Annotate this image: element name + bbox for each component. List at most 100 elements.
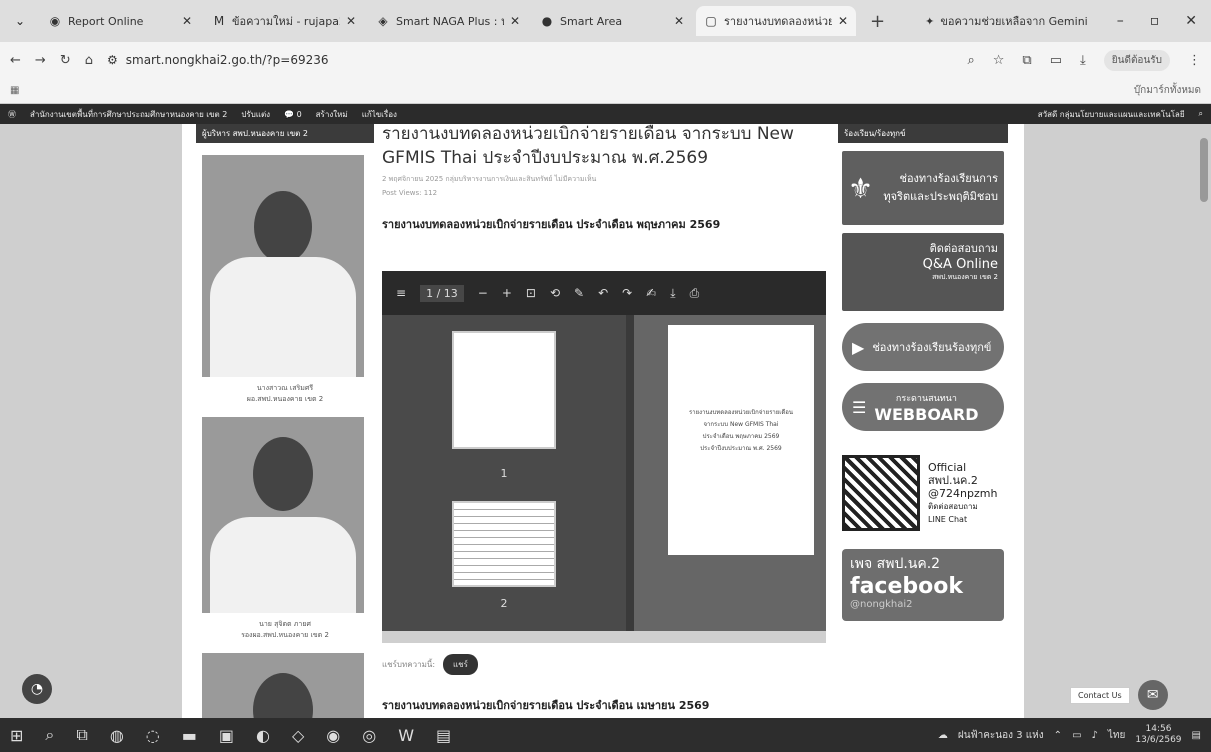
wp-comments[interactable]: 💬 0 <box>284 110 302 119</box>
annotate-icon[interactable]: ✍ <box>646 286 656 300</box>
line-label: @724npzmh <box>928 486 998 500</box>
site-info-icon[interactable]: ⚙ <box>107 53 118 67</box>
zoom-in-icon[interactable]: + <box>502 286 512 300</box>
page-scrollbar[interactable] <box>1200 138 1208 202</box>
close-icon[interactable]: ✕ <box>182 14 192 28</box>
draw-icon[interactable]: ✎ <box>574 286 584 300</box>
apps-icon[interactable]: ▦ <box>10 85 19 96</box>
tab-search-icon[interactable]: ⌄ <box>0 14 40 28</box>
app-icon[interactable]: ◇ <box>292 726 304 745</box>
download-icon[interactable]: ⤓ <box>1080 53 1086 68</box>
contact-us-widget[interactable]: Contact Us ✉ <box>1070 680 1168 710</box>
pdf-page-view[interactable]: รายงานงบทดลองหน่วยเบิกจ่ายรายเดือน จากระ… <box>634 315 826 631</box>
new-tab-button[interactable]: + <box>870 11 885 32</box>
thumbnail-number: 2 <box>500 597 508 610</box>
line-label: Official <box>928 460 967 474</box>
windows-start-icon[interactable]: ⊞ <box>10 726 23 745</box>
tab-label: Smart Area <box>560 14 623 28</box>
chat-icon[interactable]: ✉ <box>1137 680 1168 710</box>
gemini-button[interactable]: ✦ ขอความช่วยเหลือจาก Gemini <box>925 12 1088 30</box>
download-pdf-icon[interactable]: ⤓ <box>670 286 675 301</box>
weather-icon[interactable]: ☁ <box>938 730 948 741</box>
edge-icon[interactable]: ◐ <box>256 726 270 745</box>
tab-smart-area[interactable]: ● Smart Area ✕ <box>532 6 692 36</box>
sidepanel-icon[interactable]: ▭ <box>1050 53 1062 68</box>
wp-site-name[interactable]: สำนักงานเขตพื้นที่การศึกษาประถมศึกษาหนอง… <box>30 108 227 121</box>
photos-icon[interactable]: ▣ <box>219 726 234 745</box>
wp-greeting[interactable]: สวัสดี กลุ่มนโยบายและแผนและเทคโนโลยี <box>1038 108 1185 121</box>
wp-search-icon[interactable]: ⌕ <box>1199 109 1203 119</box>
print-icon[interactable]: ⎙ <box>690 286 700 301</box>
undo-icon[interactable]: ↶ <box>598 286 608 300</box>
complaint-channel-button[interactable]: ▶ ช่องทางร้องเรียนร้องทุกข์ <box>842 323 1004 371</box>
rotate-icon[interactable]: ⟲ <box>550 286 560 300</box>
profile-button[interactable]: ยินดีต้อนรับ <box>1103 49 1170 71</box>
app-icon[interactable]: ▤ <box>436 726 451 745</box>
wp-new[interactable]: สร้างใหม่ <box>316 108 348 121</box>
zoom-icon[interactable]: ⌕ <box>967 53 974 68</box>
search-icon[interactable]: ⌕ <box>45 725 54 745</box>
close-icon[interactable]: ✕ <box>346 14 356 28</box>
back-icon[interactable]: ← <box>10 53 21 68</box>
all-bookmarks[interactable]: บุ๊กมาร์กทั้งหมด <box>1134 83 1201 98</box>
volume-icon[interactable]: ♪ <box>1092 730 1098 741</box>
reload-icon[interactable]: ↻ <box>60 53 71 68</box>
forward-icon[interactable]: → <box>35 53 46 68</box>
fit-page-icon[interactable]: ⊡ <box>526 286 536 300</box>
thumbnail-page-1[interactable] <box>452 331 556 449</box>
tab-report-page[interactable]: ▢ รายงานงบทดลองหน่วยเบิกจ่าย ✕ <box>696 6 856 36</box>
sidebar-toggle-icon[interactable]: ≡ <box>396 286 406 300</box>
close-icon[interactable]: ✕ <box>674 14 684 28</box>
thumbnail-page-2[interactable] <box>452 501 556 587</box>
home-icon[interactable]: ⌂ <box>85 53 93 68</box>
line-text: Official สพป.นค.2 @724npzmh ติดต่อสอบถาม… <box>928 461 997 526</box>
app-icon[interactable]: ◍ <box>110 726 124 745</box>
task-view-icon[interactable]: ⧉ <box>76 725 87 745</box>
app-icon[interactable]: ◌ <box>146 726 160 745</box>
close-icon[interactable]: ✕ <box>510 14 520 28</box>
minimize-icon[interactable]: – <box>1117 13 1124 29</box>
line-official-qr[interactable]: Official สพป.นค.2 @724npzmh ติดต่อสอบถาม… <box>842 453 1004 533</box>
corruption-complaint-banner[interactable]: ⚜ ช่องทางร้องเรียนการทุจริตและประพฤติมิช… <box>842 151 1004 225</box>
fb-page-name: เพจ สพป.นค.2 <box>850 556 941 572</box>
post-views: Post Views: 112 <box>382 189 438 197</box>
maximize-icon[interactable]: ▫ <box>1150 13 1160 29</box>
facebook-banner[interactable]: เพจ สพป.นค.2 facebook @nongkhai2 <box>842 549 1004 621</box>
tab-gmail[interactable]: M ข้อความใหม่ - rujapa21 ✕ <box>204 6 364 36</box>
wordpress-icon[interactable]: Ⓦ <box>8 109 16 120</box>
chrome-icon[interactable]: ◉ <box>326 726 340 745</box>
language-indicator[interactable]: ไทย <box>1108 728 1125 743</box>
webboard-button[interactable]: ☰ กระดานสนทนา WEBBOARD <box>842 383 1004 431</box>
extension-icon[interactable]: ⧉ <box>1022 53 1031 68</box>
page-indicator[interactable]: 1 / 13 <box>420 284 464 302</box>
menu-icon[interactable]: ⋮ <box>1188 53 1201 68</box>
close-icon[interactable]: ✕ <box>838 14 848 28</box>
executives-column: ผู้บริหาร สพป.หนองคาย เขต 2 นางสาวณ เสริ… <box>196 124 374 718</box>
share-button[interactable]: แชร์ <box>443 654 478 675</box>
tab-smart-naga[interactable]: ◈ Smart NAGA Plus : นำ ✕ <box>368 6 528 36</box>
weather-text[interactable]: ฝนฟ้าคะนอง 3 แห่ง <box>958 728 1044 743</box>
tab-label: Smart NAGA Plus : นำ <box>396 15 504 28</box>
redo-icon[interactable]: ↷ <box>622 286 632 300</box>
mail-icon[interactable]: ▬ <box>182 726 197 745</box>
messenger-chat-button[interactable]: ◔ <box>22 674 52 704</box>
tray-chevron-icon[interactable]: ⌃ <box>1054 730 1062 741</box>
pdf-horizontal-scrollbar[interactable] <box>382 631 826 643</box>
pdf-viewer[interactable]: ≡ 1 / 13 − + ⊡ ⟲ ✎ ↶ ↷ ✍ ⤓ ⎙ 1 2 รายงานง… <box>382 271 826 643</box>
qa-online-banner[interactable]: ติดต่อสอบถาม Q&A Online สพป.หนองคาย เขต … <box>842 233 1004 311</box>
webboard-label: WEBBOARD <box>874 405 979 424</box>
star-icon[interactable]: ☆ <box>993 53 1005 68</box>
word-icon[interactable]: W <box>398 726 414 745</box>
notification-icon[interactable]: ▤ <box>1192 730 1201 741</box>
url-bar[interactable]: ⚙ smart.nongkhai2.go.th/?p=69236 <box>107 46 953 74</box>
clock[interactable]: 14:56 13/6/2569 <box>1135 724 1181 746</box>
qa-org: สพป.หนองคาย เขต 2 <box>932 273 998 281</box>
tab-report-online[interactable]: ◉ Report Online ✕ <box>40 6 200 36</box>
window-close-icon[interactable]: ✕ <box>1185 13 1197 29</box>
contact-us-label[interactable]: Contact Us <box>1070 686 1130 704</box>
app-icon[interactable]: ◎ <box>362 726 376 745</box>
wp-customize[interactable]: ปรับแต่ง <box>241 108 270 121</box>
network-icon[interactable]: ▭ <box>1072 730 1081 741</box>
wp-edit[interactable]: แก้ไขเรื่อง <box>362 108 397 121</box>
zoom-out-icon[interactable]: − <box>478 286 488 300</box>
